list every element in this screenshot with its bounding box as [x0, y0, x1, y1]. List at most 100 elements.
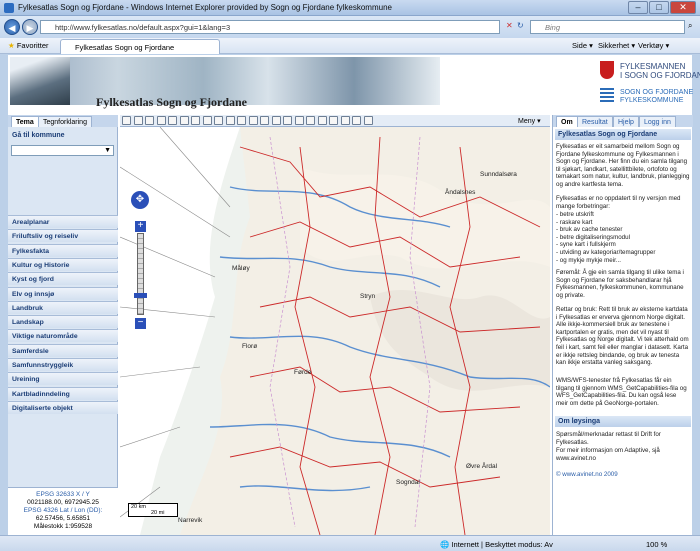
menu-side[interactable]: Side ▾ — [572, 41, 593, 50]
fylkeskommune-logo-icon — [600, 88, 614, 102]
security-zone: 🌐 Internett | Beskyttet modus: Av — [440, 540, 553, 549]
favorites-button[interactable]: ★ Favoritter — [8, 41, 49, 50]
measure-icon[interactable] — [179, 116, 189, 125]
theme-menu-item[interactable]: Samferdsle — [8, 343, 118, 357]
export-icon[interactable] — [317, 116, 327, 125]
web-page: Fylkesatlas Sogn og Fjordane FYLKESMANNE… — [8, 55, 700, 535]
url-input[interactable]: http://www.fylkesatlas.no/default.aspx?g… — [40, 20, 500, 34]
theme-menu-item[interactable]: Friluftsliv og reiseliv — [8, 229, 118, 243]
place-label: Førde — [294, 369, 312, 376]
home-icon[interactable] — [202, 116, 212, 125]
close-button[interactable]: ✕ — [670, 1, 696, 14]
pan-icon[interactable] — [145, 116, 154, 125]
zoom-out-button[interactable]: − — [135, 318, 146, 329]
forward-icon[interactable] — [225, 116, 235, 125]
site-banner: Fylkesatlas Sogn og Fjordane FYLKESMANNE… — [8, 55, 700, 113]
epsg-utm-link[interactable]: EPSG 32633 X / Y — [8, 491, 118, 499]
zoom-slider[interactable] — [137, 233, 144, 315]
tab-tegnforklaring[interactable]: Tegnforklaring — [38, 116, 92, 127]
tab-resultat[interactable]: Resultat — [577, 116, 613, 127]
search-icon[interactable]: ⌕ — [688, 21, 692, 31]
theme-menu-item[interactable]: Elv og innsjø — [8, 286, 118, 300]
menu-tools[interactable]: Verktøy ▾ — [638, 41, 669, 50]
binoculars-icon[interactable] — [122, 116, 131, 125]
chevron-down-icon: ▼ — [104, 147, 111, 154]
rights-text: Rettar og bruk: Rett til bruk av ekstern… — [556, 306, 689, 367]
left-tabs: Tema Tegnforklaring — [8, 115, 118, 127]
place-label: Øvre Årdal — [466, 463, 498, 470]
menu-security[interactable]: Sikkerhet ▾ — [598, 41, 635, 50]
zoom-in-button[interactable]: + — [135, 221, 146, 232]
theme-menu-item[interactable]: Viktige naturområde — [8, 329, 118, 343]
theme-menu-item[interactable]: Samfunnstryggleik — [8, 358, 118, 371]
draw-line-icon[interactable] — [248, 116, 258, 125]
municipality-select[interactable]: ▼ — [11, 145, 114, 156]
photo-icon[interactable] — [363, 116, 373, 125]
tab-logg-inn[interactable]: Logg inn — [639, 116, 676, 127]
search-input[interactable]: Bing — [530, 20, 685, 34]
map-view[interactable]: ✥ + − Sunndalsøra Åndalsnes Måløy Stryn Flor… — [120, 127, 550, 535]
solution-heading: Om løysinga — [555, 416, 691, 427]
theme-menu-item[interactable]: Ureining — [8, 372, 118, 386]
place-label: Narrevik — [178, 517, 203, 524]
theme-menu-item[interactable]: Landskap — [8, 315, 118, 329]
stop-icon[interactable]: ✕ — [506, 21, 513, 30]
zoom-out-icon[interactable] — [156, 116, 166, 125]
list-item: - syne kart i fullskjerm — [556, 241, 616, 249]
left-panel: Tema Tegnforklaring Gå til kommune ▼ Are… — [8, 115, 118, 535]
tab-hjelp[interactable]: Hjelp — [613, 116, 639, 127]
latlon-value: 62.57456, 5.65851 — [35, 515, 91, 522]
draw-polygon-icon[interactable] — [260, 116, 269, 125]
contact-text: Spørsmål/merknadar rettast til Drift for… — [556, 431, 661, 446]
place-label: Måløy — [232, 265, 250, 272]
about-heading: Fylkesatlas Sogn og Fjordane — [555, 129, 691, 140]
map-canvas[interactable] — [120, 127, 550, 535]
map-icon[interactable] — [329, 116, 338, 125]
right-panel: Om Resultat Hjelp Logg inn Fylkesatlas S… — [552, 115, 693, 535]
copy-icon[interactable] — [294, 116, 304, 125]
theme-menu-item[interactable]: Landbruk — [8, 300, 118, 314]
fylkeskommune-logo-text: SOGN OG FJORDANE FYLKESKOMMUNE — [620, 89, 694, 104]
epsg-latlon-link[interactable]: EPSG 4326 Lat / Lon (DD): — [8, 507, 118, 515]
refresh-icon[interactable]: ↻ — [517, 21, 524, 30]
theme-menu-item[interactable]: Kultur og Historie — [8, 257, 118, 271]
select-icon[interactable] — [283, 116, 292, 125]
pan-control-icon[interactable]: ✥ — [131, 191, 149, 209]
list-item: - betre digitaliseringsmodul — [556, 233, 630, 241]
about-text-1: Fylkesatlas er eit samarbeid mellom Sogn… — [556, 143, 690, 188]
list-item: - bruk av cache tenester — [556, 226, 623, 234]
list-item: - raskare kart — [556, 218, 593, 226]
zoom-in-icon[interactable] — [133, 116, 143, 125]
maximize-button[interactable]: □ — [649, 1, 669, 14]
tab-om[interactable]: Om — [556, 116, 578, 127]
zoom-slider-handle[interactable] — [134, 293, 147, 298]
theme-menu-item[interactable]: Fylkesfakta — [8, 243, 118, 257]
purpose-text: Føremål: Å gje ein samla tilgang til uli… — [556, 269, 684, 299]
layers-icon[interactable] — [306, 116, 315, 125]
forward-button[interactable]: ▶ — [22, 19, 38, 35]
back-icon[interactable] — [214, 116, 223, 125]
theme-menu-item[interactable]: Kyst og fjord — [8, 272, 118, 286]
back-button[interactable]: ◀ — [4, 19, 20, 35]
scale-bar-mi: 20 mi — [151, 510, 165, 516]
copyright-link[interactable]: © www.avinet.no 2009 — [556, 471, 690, 479]
banner-mountain-image — [10, 57, 70, 105]
identify-icon[interactable] — [237, 116, 246, 125]
theme-menu-item[interactable]: Kartbladinndeling — [8, 386, 118, 400]
zoom-box-icon[interactable] — [168, 116, 177, 125]
theme-menu-item[interactable]: Digitaliserte objekt — [8, 400, 118, 414]
list-item: - betre utskrift — [556, 211, 594, 218]
add-icon[interactable] — [340, 116, 350, 125]
meny-dropdown[interactable]: Meny ▾ — [518, 117, 541, 125]
address-bar: ◀ ▶ http://www.fylkesatlas.no/default.as… — [0, 16, 700, 38]
fylkesmannen-logo-text: FYLKESMANNEN I SOGN OG FJORDANE — [620, 62, 700, 80]
info-icon[interactable] — [352, 116, 361, 125]
minimize-button[interactable]: – — [628, 1, 648, 14]
tab-tema[interactable]: Tema — [11, 116, 39, 127]
zoom-level[interactable]: 100 % — [646, 540, 667, 549]
about-text-2: Fylkesatlas er no oppdatert til ny versj… — [556, 195, 681, 210]
theme-menu-item[interactable]: Arealplanar — [8, 215, 118, 228]
print-icon[interactable] — [191, 116, 200, 125]
draw-point-icon[interactable] — [271, 116, 281, 125]
browser-tab[interactable]: Fylkesatlas Sogn og Fjordane — [60, 39, 220, 54]
